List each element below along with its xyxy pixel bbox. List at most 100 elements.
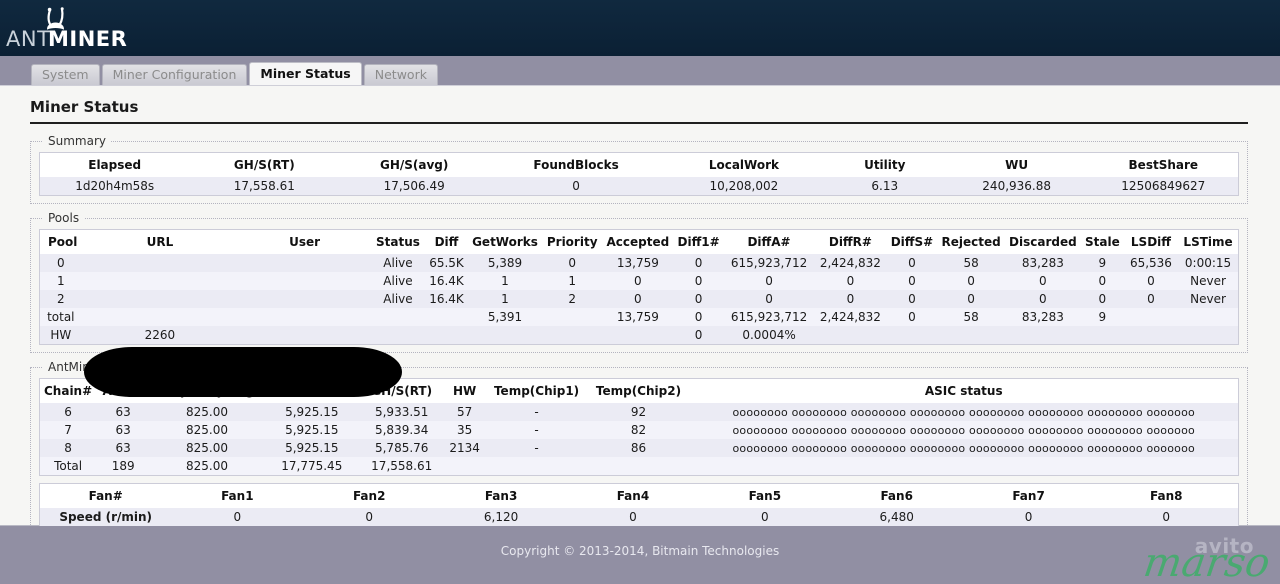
fans-col-label: Fan# <box>39 483 172 508</box>
chain-hw: 57 <box>457 405 473 419</box>
chain-hw: 2134 <box>449 441 480 455</box>
pools-col-lstime: LSTime <box>1178 229 1239 254</box>
antminer-body: 6 63 825.00 5,925.15 5,933.51 57 - 92 oo… <box>39 403 1239 476</box>
pool-user <box>238 254 371 272</box>
fan1-speed: 0 <box>233 510 242 524</box>
svg-text:ANT: ANT <box>6 27 50 51</box>
pools-col-priority: Priority <box>542 229 603 254</box>
pools-col-url: URL <box>81 229 239 254</box>
summary-val-localwork: 10,208,002 <box>709 179 779 193</box>
pool-status: Alive <box>383 292 413 306</box>
pool-total-label: total <box>47 310 75 324</box>
pool-diff1: 0 <box>694 292 703 306</box>
summary-col-bestshare: BestShare <box>1088 152 1239 177</box>
chain-total-asic: 189 <box>111 459 135 473</box>
pool-total-lstime <box>1178 308 1238 326</box>
chain-frequency: 825.00 <box>185 423 228 437</box>
pool-diffs: 0 <box>908 256 916 270</box>
summary-value-row: 1d20h4m58s 17,558.61 17,506.49 0 10,208,… <box>39 177 1239 196</box>
pool-total-discarded: 83,283 <box>1021 310 1064 324</box>
pool-diff1: 0 <box>694 274 703 288</box>
fans-col-fan8: Fan8 <box>1094 483 1239 508</box>
pools-section: Pools Pool URL User Status Diff GetWorks… <box>30 211 1248 353</box>
table-row: 2 Alive 16.4K 1 2 0 0 0 0 0 0 0 0 0 Neve… <box>39 290 1239 308</box>
pool-lstime: Never <box>1190 274 1226 288</box>
pool-priority: 1 <box>568 274 577 288</box>
chain-total-ghs-rt: 17,558.61 <box>371 459 433 473</box>
tab-miner-status[interactable]: Miner Status <box>249 62 362 85</box>
pool-hw-label: HW <box>50 328 72 342</box>
pool-hw-user <box>238 326 371 345</box>
pool-priority: 2 <box>568 292 577 306</box>
pool-diffs: 0 <box>908 274 916 288</box>
pool-user <box>238 272 371 290</box>
pool-hw-accepted <box>602 326 673 345</box>
fan4-speed: 0 <box>629 510 637 524</box>
pool-hw-diff1: 0 <box>694 328 703 342</box>
pool-url <box>82 290 239 308</box>
chain-asic-status: oooooooo oooooooo oooooooo oooooooo oooo… <box>732 441 1195 455</box>
antminer-col-temp2: Temp(Chip2) <box>587 378 690 403</box>
summary-legend: Summary <box>48 134 106 148</box>
summary-header-row: Elapsed GH/S(RT) GH/S(avg) FoundBlocks L… <box>39 152 1239 177</box>
pool-user <box>238 290 371 308</box>
summary-table: Elapsed GH/S(RT) GH/S(avg) FoundBlocks L… <box>39 152 1239 196</box>
pool-stale: 9 <box>1098 256 1107 270</box>
summary-col-ghs-avg: GH/S(avg) <box>339 152 490 177</box>
chain-asic-status: oooooooo oooooooo oooooooo oooooooo oooo… <box>732 405 1195 419</box>
pool-hw-rejected <box>937 326 1005 345</box>
pool-id: 0 <box>56 256 65 270</box>
pool-getworks: 5,389 <box>487 256 523 270</box>
pool-status: Alive <box>383 274 413 288</box>
tab-system[interactable]: System <box>31 64 100 85</box>
pools-table: Pool URL User Status Diff GetWorks Prior… <box>39 229 1239 345</box>
fan2-speed: 0 <box>365 510 373 524</box>
pool-rejected: 58 <box>963 256 979 270</box>
summary-val-ghs-rt: 17,558.61 <box>233 179 295 193</box>
chain-ghs-ideal: 5,925.15 <box>285 441 339 455</box>
fans-col-fan2: Fan2 <box>303 483 436 508</box>
tab-network[interactable]: Network <box>363 64 438 85</box>
chain-id: 7 <box>64 423 72 437</box>
pools-col-pool: Pool <box>39 229 82 254</box>
page-title: Miner Status <box>30 98 139 116</box>
fans-col-fan4: Fan4 <box>567 483 699 508</box>
pools-col-diff1: Diff1# <box>673 229 724 254</box>
pool-total-rejected: 58 <box>963 310 979 324</box>
pools-body: 0 Alive 65.5K 5,389 0 13,759 0 615,923,7… <box>39 254 1239 345</box>
pool-diffr: 2,424,832 <box>819 256 881 270</box>
pool-lsdiff: 0 <box>1147 292 1155 306</box>
pool-total-diff1: 0 <box>694 310 703 324</box>
pool-getworks: 1 <box>501 274 509 288</box>
pool-hw-stale <box>1081 326 1124 345</box>
chain-total-ghs-ideal: 17,775.45 <box>281 459 343 473</box>
pools-legend: Pools <box>48 211 80 225</box>
pool-id: 1 <box>56 274 65 288</box>
fans-col-fan5: Fan5 <box>698 483 831 508</box>
chain-total-frequency: 825.00 <box>185 459 228 473</box>
pool-total-stale: 9 <box>1098 310 1107 324</box>
fan6-speed: 6,480 <box>879 510 914 524</box>
pool-total-lsdiff <box>1124 308 1178 326</box>
fans-header-row: Fan# Fan1 Fan2 Fan3 Fan4 Fan5 Fan6 Fan7 … <box>39 483 1239 508</box>
table-row: 8 63 825.00 5,925.15 5,785.76 2134 - 86 … <box>39 439 1239 457</box>
chain-total-label: Total <box>54 459 83 473</box>
app-footer: Copyright © 2013-2014, Bitmain Technolog… <box>0 526 1280 584</box>
chain-ghs-ideal: 5,925.15 <box>285 423 339 437</box>
chain-total-temp1 <box>486 457 588 476</box>
summary-col-elapsed: Elapsed <box>39 152 190 177</box>
summary-col-localwork: LocalWork <box>662 152 825 177</box>
tab-miner-configuration[interactable]: Miner Configuration <box>101 64 248 85</box>
pool-accepted: 13,759 <box>616 256 659 270</box>
pool-hw-diff <box>425 326 468 345</box>
pool-rejected: 0 <box>967 274 975 288</box>
table-row: 6 63 825.00 5,925.15 5,933.51 57 - 92 oo… <box>39 403 1239 421</box>
pool-diff: 16.4K <box>429 274 464 288</box>
pools-col-diffr: DiffR# <box>814 229 887 254</box>
pool-total-diffs: 0 <box>908 310 916 324</box>
pool-accepted: 0 <box>634 274 642 288</box>
pool-url <box>82 254 239 272</box>
pools-col-getworks: GetWorks <box>467 229 543 254</box>
pool-stale: 0 <box>1098 274 1107 288</box>
pool-hw-getworks <box>468 326 542 345</box>
